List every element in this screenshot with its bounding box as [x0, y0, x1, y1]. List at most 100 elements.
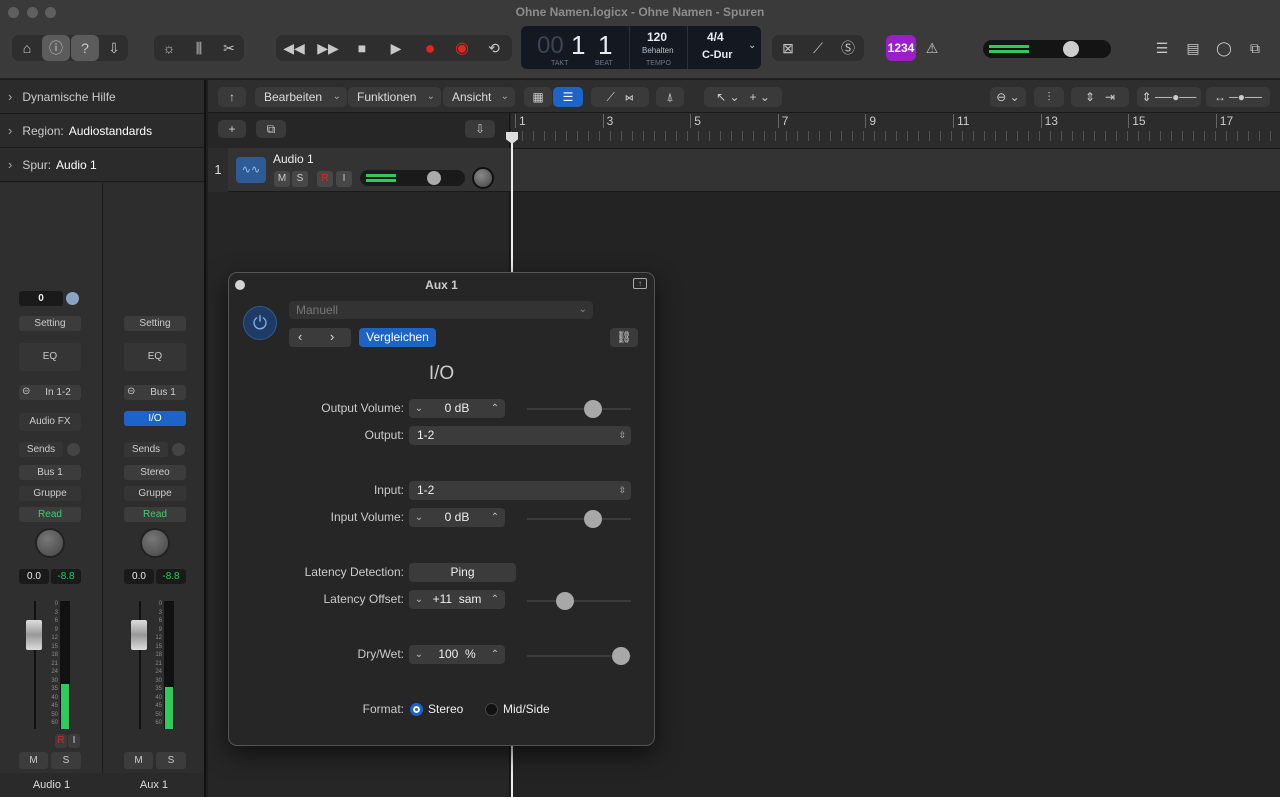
rewind-icon[interactable]: ◀◀	[280, 35, 308, 61]
drywet-slider-thumb[interactable]	[612, 647, 630, 665]
replace-icon[interactable]: ◉	[448, 35, 476, 61]
inspector-track[interactable]: › Spur: Audio 1	[0, 148, 204, 182]
bar-ruler[interactable]: 1 3 5 7 9 11 13 15 17	[511, 113, 1280, 149]
audio-fx-slot[interactable]: Audio FX	[19, 413, 81, 431]
input-monitor-button[interactable]: I	[68, 734, 80, 748]
channel-name[interactable]: Aux 1	[104, 773, 204, 797]
gain-display[interactable]: 0	[19, 291, 63, 306]
go-up-icon[interactable]: ↑	[218, 87, 246, 107]
grid-view-icon[interactable]: ▦	[524, 87, 552, 107]
previous-preset-icon[interactable]: ‹	[298, 329, 302, 344]
stop-icon[interactable]: ■	[348, 35, 376, 61]
functions-menu[interactable]: Funktionen ⌄	[348, 87, 441, 107]
inspector-icon[interactable]: ⓘ	[42, 35, 70, 61]
tracks-view-icon[interactable]: ☰	[553, 87, 583, 107]
setting-button[interactable]: Setting	[124, 316, 186, 331]
automation-mode-button[interactable]: Read	[19, 507, 81, 522]
automation-icon[interactable]: ⟋	[607, 90, 615, 104]
output-button[interactable]: Bus 1	[19, 465, 81, 480]
output-volume-slider-thumb[interactable]	[584, 400, 602, 418]
input-volume-slider[interactable]	[527, 518, 631, 520]
horizontal-zoom-slider[interactable]: ↔ ─●──	[1206, 87, 1270, 107]
send-knob[interactable]	[172, 443, 185, 456]
library-icon[interactable]: ⌂	[13, 35, 41, 61]
lcd-mode-chevron-icon[interactable]: ⌄	[748, 40, 756, 51]
ping-button[interactable]: Ping	[409, 563, 516, 582]
drywet-field[interactable]: ⌄ 100 % ⌃	[409, 645, 505, 664]
input-volume-field[interactable]: ⌄ 0 dB ⌃	[409, 508, 505, 527]
power-icon[interactable]: ⏻	[243, 306, 277, 340]
gain-knob[interactable]	[66, 292, 79, 305]
track-solo-button[interactable]: S	[292, 171, 308, 187]
increment-icon[interactable]: ⌃	[487, 590, 503, 609]
decrement-icon[interactable]: ⌄	[411, 399, 427, 418]
solo-icon[interactable]: Ⓢ	[834, 35, 862, 61]
output-button[interactable]: Stereo	[124, 465, 186, 480]
flex-icon[interactable]: ⋈	[625, 90, 634, 104]
fast-forward-icon[interactable]: ▶▶	[314, 35, 342, 61]
increment-icon[interactable]: ⌃	[487, 645, 503, 664]
automation-mode-button[interactable]: Read	[124, 507, 186, 522]
inspector-region[interactable]: › Region: Audiostandards	[0, 114, 204, 148]
sends-slot[interactable]: Sends	[124, 442, 168, 457]
latency-offset-slider[interactable]	[527, 600, 631, 602]
editors-icon[interactable]: ✂	[215, 35, 243, 61]
metronome-icon[interactable]: ⚠	[918, 35, 946, 61]
group-button[interactable]: Gruppe	[19, 486, 81, 501]
low-latency-icon[interactable]: ⊠	[774, 35, 802, 61]
link-window-icon[interactable]: ↑	[633, 278, 647, 289]
add-track-icon[interactable]: +	[218, 120, 246, 138]
output-volume-field[interactable]: ⌄ 0 dB ⌃	[409, 399, 505, 418]
format-stereo-radio[interactable]	[410, 703, 423, 716]
list-editors-icon[interactable]: ☰	[1148, 35, 1176, 61]
mixer-icon[interactable]: ⫼	[185, 35, 213, 61]
pan-knob[interactable]	[140, 528, 170, 558]
send-knob[interactable]	[67, 443, 80, 456]
loop-browser-icon[interactable]: ◯	[1210, 35, 1238, 61]
io-plugin-slot[interactable]: I/O	[124, 411, 186, 426]
link-icon[interactable]: ⛓	[610, 328, 638, 347]
quick-help-icon[interactable]: ?	[71, 35, 99, 61]
inspector-dynamic-help[interactable]: › Dynamische Hilfe	[0, 80, 204, 114]
lcd-display[interactable]: 00 1 1 TAKT BEAT 120 Behalten TEMPO 4/4 …	[521, 26, 761, 69]
increment-icon[interactable]: ⌃	[487, 399, 503, 418]
format-midside-label[interactable]: Mid/Side	[503, 702, 550, 716]
input-select[interactable]: 1-2 ⇳	[409, 481, 631, 500]
catch-icon[interactable]: ⍋	[656, 87, 684, 107]
toolbar-icon[interactable]: ⇩	[100, 35, 128, 61]
track-name[interactable]: Audio 1	[273, 152, 314, 166]
decrement-icon[interactable]: ⌄	[411, 590, 427, 609]
track-input-monitor-button[interactable]: I	[336, 171, 352, 187]
solo-button[interactable]: S	[51, 752, 81, 769]
browsers-icon[interactable]: ⧉	[1241, 35, 1269, 61]
master-volume-slider[interactable]	[983, 40, 1111, 58]
volume-fader[interactable]	[131, 620, 147, 650]
duplicate-track-icon[interactable]: ⧉	[256, 120, 286, 138]
output-select[interactable]: 1-2 ⇳	[409, 426, 631, 445]
solo-button[interactable]: S	[156, 752, 186, 769]
notepad-icon[interactable]: ▤	[1179, 35, 1207, 61]
latency-offset-field[interactable]: ⌄ +11 sam ⌃	[409, 590, 505, 609]
edit-menu[interactable]: Bearbeiten ⌄	[255, 87, 347, 107]
tool-menus[interactable]: ↖ ⌄ + ⌄	[704, 87, 782, 107]
channel-name[interactable]: Audio 1	[0, 773, 103, 797]
mute-button[interactable]: M	[124, 752, 153, 769]
sends-slot[interactable]: Sends	[19, 442, 63, 457]
compare-button[interactable]: Vergleichen	[359, 328, 436, 347]
track-mute-button[interactable]: M	[274, 171, 290, 187]
preset-menu[interactable]: Manuell ⌄	[289, 301, 593, 319]
next-preset-icon[interactable]: ›	[330, 329, 334, 344]
pan-knob[interactable]	[35, 528, 65, 558]
record-enable-button[interactable]: R	[55, 734, 67, 748]
fit-buttons[interactable]: ⇕ ⇥	[1071, 87, 1129, 107]
decrement-icon[interactable]: ⌄	[411, 508, 427, 527]
format-stereo-label[interactable]: Stereo	[428, 702, 463, 716]
decrement-icon[interactable]: ⌄	[411, 645, 427, 664]
eq-button[interactable]: EQ	[19, 343, 81, 371]
global-tracks-icon[interactable]: ⇩	[465, 120, 495, 138]
track-volume-slider[interactable]	[360, 170, 465, 186]
latency-offset-slider-thumb[interactable]	[556, 592, 574, 610]
setting-button[interactable]: Setting	[19, 316, 81, 331]
cycle-icon[interactable]: ⟲	[480, 35, 508, 61]
increment-icon[interactable]: ⌃	[487, 508, 503, 527]
